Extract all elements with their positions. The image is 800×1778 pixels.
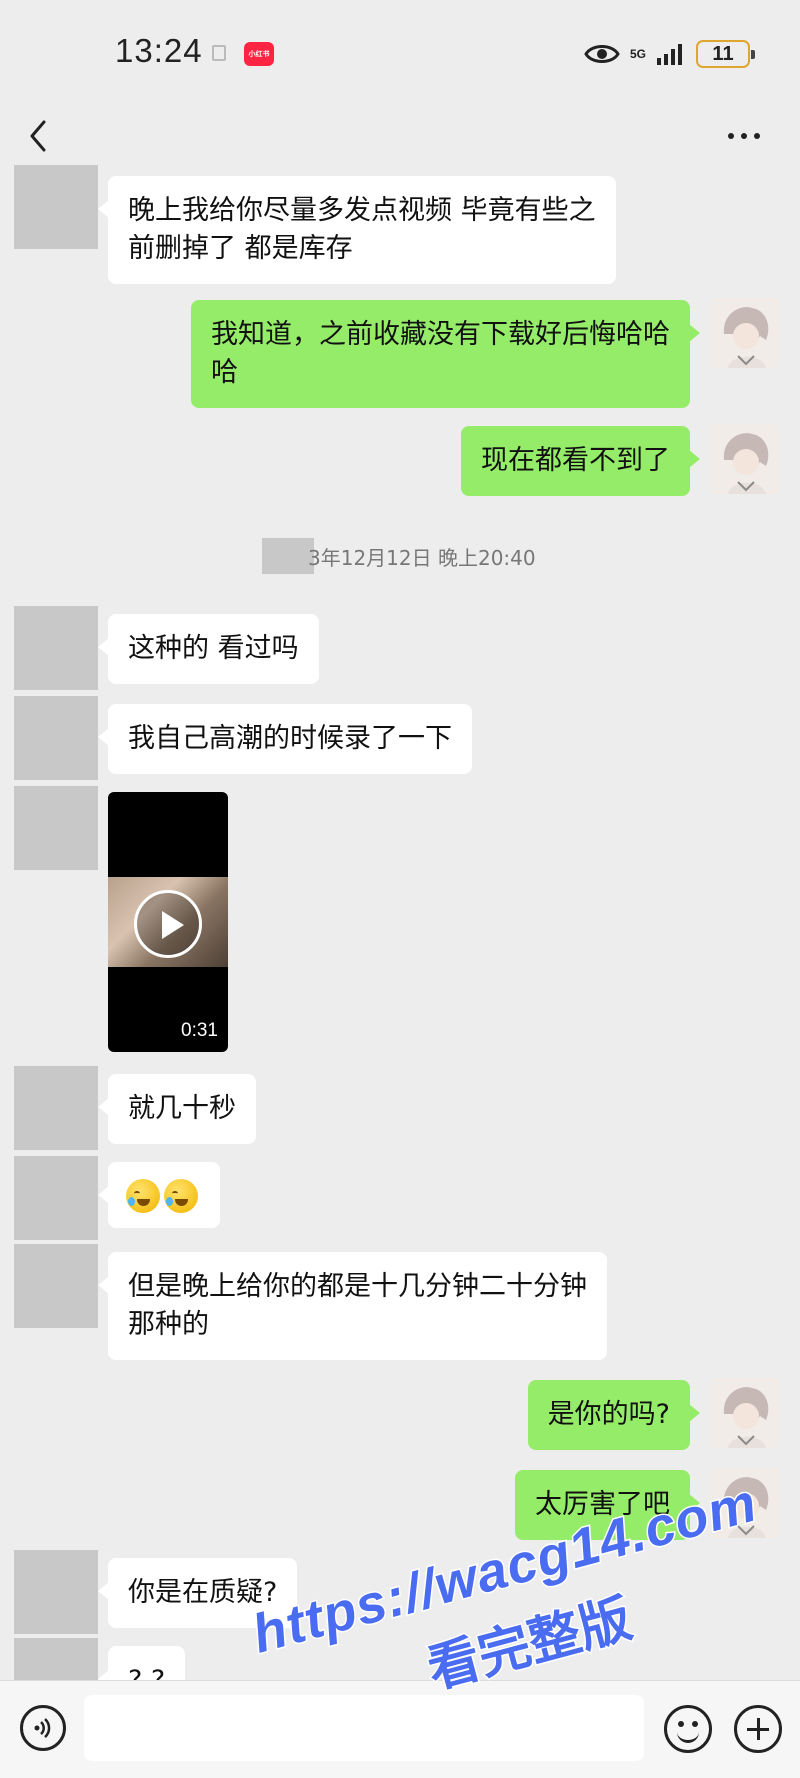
emoji-picker-icon[interactable] xyxy=(664,1705,712,1753)
xiaohongshu-app-icon: 小红书 xyxy=(244,42,274,66)
contact-avatar[interactable] xyxy=(14,696,98,780)
message-bubble-incoming[interactable]: 晚上我给你尽量多发点视频 毕竟有些之 前删掉了 都是库存 xyxy=(98,176,616,284)
battery-level: 11 xyxy=(712,42,734,65)
message-bubble-incoming[interactable]: 就几十秒 xyxy=(98,1074,256,1144)
message-bubble-incoming[interactable]: 但是晚上给你的都是十几分钟二十分钟 那种的 xyxy=(98,1252,607,1360)
my-avatar[interactable] xyxy=(710,1468,780,1538)
status-right-group: 5G 11 xyxy=(584,36,755,72)
message-bubble-incoming[interactable]: 我自己高潮的时候录了一下 xyxy=(98,704,472,774)
status-time: 13:24 xyxy=(115,32,203,69)
contact-avatar[interactable] xyxy=(14,606,98,690)
video-duration: 0:31 xyxy=(181,1020,218,1041)
message-bubble-outgoing[interactable]: 我知道，之前收藏没有下载好后悔哈哈 哈 xyxy=(191,300,700,408)
more-options-icon[interactable] xyxy=(728,128,768,144)
timestamp-text: 3年12月12日 晚上20:40 xyxy=(308,545,536,570)
signal-icon xyxy=(656,42,686,66)
message-bubble-outgoing[interactable]: 现在都看不到了 xyxy=(461,426,700,496)
my-avatar[interactable] xyxy=(710,1378,780,1448)
contact-avatar[interactable] xyxy=(14,1244,98,1328)
message-bubble-outgoing[interactable]: 是你的吗? xyxy=(527,1380,701,1450)
network-type: 5G xyxy=(629,47,646,61)
message-bubble-outgoing[interactable]: 太厉害了吧 xyxy=(515,1470,700,1540)
my-avatar[interactable] xyxy=(710,298,780,368)
contact-avatar[interactable] xyxy=(14,165,98,249)
message-input[interactable] xyxy=(84,1695,644,1761)
emoji-message[interactable] xyxy=(98,1162,220,1228)
contact-avatar[interactable] xyxy=(14,1550,98,1634)
input-bar xyxy=(0,1680,800,1778)
back-arrow-icon[interactable] xyxy=(24,118,54,154)
tears-of-joy-emoji-icon xyxy=(126,1178,160,1213)
video-message[interactable]: 0:31 xyxy=(108,792,228,1052)
my-avatar[interactable] xyxy=(710,424,780,494)
contact-avatar[interactable] xyxy=(14,1066,98,1150)
contact-avatar[interactable] xyxy=(14,1156,98,1240)
play-icon[interactable] xyxy=(134,890,202,958)
plus-icon[interactable] xyxy=(734,1705,782,1753)
chat-screen: 13:24 小红书 5G 11 晚上我给你尽量多发点视频 毕竟有些之 前删掉了 … xyxy=(0,0,800,1778)
chat-timestamp: 3年12月12日 晚上20:40 xyxy=(262,538,536,574)
tears-of-joy-emoji-icon xyxy=(164,1178,198,1213)
notification-icon xyxy=(212,45,226,61)
eye-icon xyxy=(584,42,620,66)
redaction-block xyxy=(262,538,314,574)
voice-input-icon[interactable] xyxy=(20,1705,66,1751)
status-bar: 13:24 小红书 5G 11 xyxy=(0,0,800,110)
contact-avatar[interactable] xyxy=(14,786,98,870)
message-bubble-incoming[interactable]: 你是在质疑? xyxy=(97,1558,298,1628)
message-bubble-incoming[interactable]: 这种的 看过吗 xyxy=(98,614,319,684)
battery-icon: 11 xyxy=(696,40,755,68)
